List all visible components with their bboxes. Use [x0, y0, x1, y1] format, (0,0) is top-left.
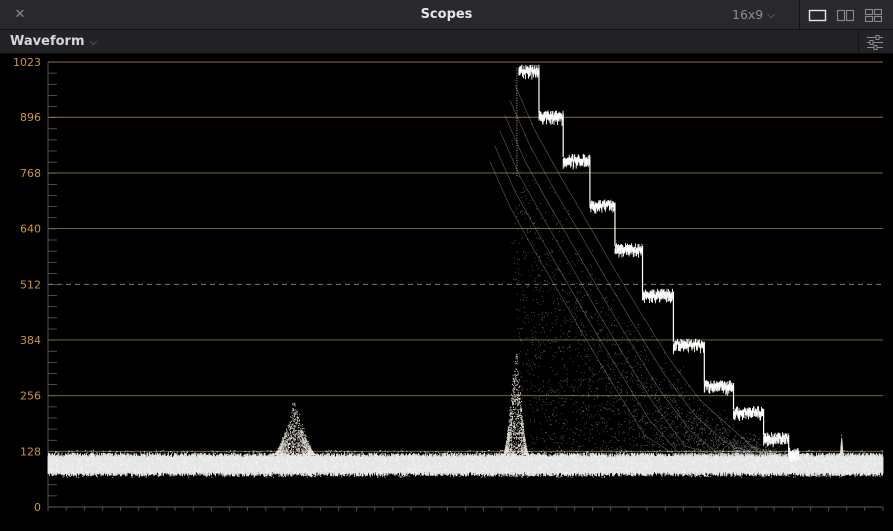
y-tick-label: 512: [20, 278, 41, 291]
staircase-scatter: [511, 112, 787, 456]
dual-view-button[interactable]: [836, 8, 856, 22]
staircase-step: [518, 64, 540, 80]
single-view-button[interactable]: [808, 8, 828, 22]
staircase-step: [538, 110, 564, 126]
staircase-diagonal-trace: [489, 161, 760, 456]
y-tick-label: 384: [20, 334, 41, 347]
y-tick-label: 256: [20, 390, 41, 403]
staircase-step: [614, 243, 643, 258]
staircase-step: [763, 432, 790, 448]
waveform-graph: 0 128 256 384 512 640 768 896 1023: [13, 56, 884, 514]
noise-floor-band: [47, 452, 884, 477]
waveform-scope[interactable]: 0 128 256 384 512 640 768 896 1023: [0, 54, 893, 531]
staircase-step: [733, 406, 764, 421]
title-divider: [799, 0, 800, 30]
staircase-diagonal-trace: [514, 84, 785, 456]
dual-view-icon: [836, 9, 855, 22]
staircase-step: [562, 153, 591, 170]
y-tick-label: 128: [20, 445, 41, 458]
scope-settings-button[interactable]: [866, 34, 884, 50]
sliders-icon: [867, 35, 883, 50]
close-icon[interactable]: ✕: [11, 6, 29, 24]
staircase-step: [589, 199, 616, 214]
left-bump: [273, 402, 317, 456]
staircase-diagonal-trace: [494, 145, 765, 456]
y-tick-label: 768: [20, 167, 41, 180]
y-tick-label: 896: [20, 111, 41, 124]
graticule: [47, 61, 884, 511]
chevron-down-icon: ⌵: [89, 37, 98, 48]
staircase-step: [642, 288, 674, 304]
staircase-step: [672, 338, 705, 355]
axis-labels: 0 128 256 384 512 640 768 896 1023: [13, 56, 41, 514]
scope-type-dropdown[interactable]: Waveform ⌵: [10, 33, 97, 51]
single-view-icon: [808, 9, 827, 22]
aspect-ratio-value: 16x9: [732, 7, 764, 22]
chevron-down-icon: ⌵: [767, 10, 775, 21]
waveform-trace: [47, 64, 884, 478]
right-spike: [839, 434, 844, 456]
center-spike: [503, 353, 529, 456]
settings-divider: [858, 30, 859, 54]
scopes-window: ✕ Scopes 16x9 ⌵ Waveform ⌵ 0 128 256 384…: [0, 0, 893, 531]
y-tick-label: 1023: [13, 56, 41, 69]
title-bar: ✕ Scopes 16x9 ⌵: [0, 0, 893, 30]
quad-view-button[interactable]: [864, 8, 884, 22]
y-tick-label: 0: [34, 501, 41, 514]
y-tick-label: 640: [20, 223, 41, 236]
quad-view-icon: [864, 8, 883, 22]
aspect-ratio-dropdown[interactable]: 16x9 ⌵: [732, 6, 775, 24]
scope-toolbar: Waveform ⌵: [0, 30, 893, 54]
scope-type-label: Waveform: [10, 34, 85, 49]
staircase-step: [703, 380, 734, 396]
